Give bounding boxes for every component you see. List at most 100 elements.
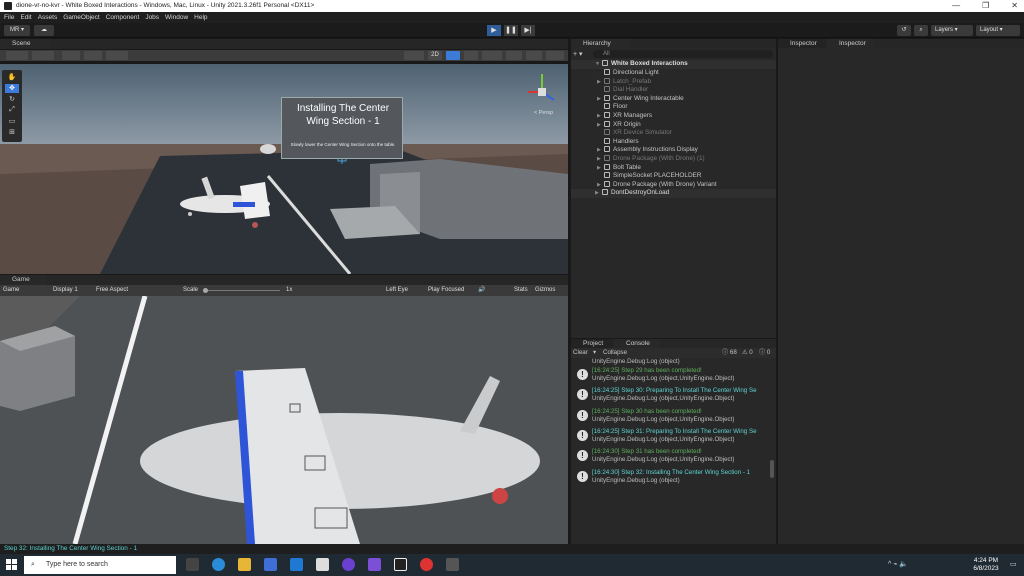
taskbar-search-input[interactable]: ⌕ Type here to search [24, 556, 176, 574]
add-object-button[interactable]: + ▾ [573, 50, 587, 58]
aspect-dropdown[interactable]: Free Aspect [96, 285, 128, 296]
hierarchy-item[interactable]: ▶ Drone Package (With Drone) (1) [571, 155, 776, 164]
menu-help[interactable]: Help [194, 12, 207, 23]
unity-hub-icon[interactable] [316, 558, 329, 571]
menu-assets[interactable]: Assets [38, 12, 58, 23]
minimize-button[interactable]: — [952, 0, 960, 12]
expand-arrow-icon[interactable]: ▶ [597, 155, 604, 164]
tray-chevron-icon[interactable]: ^ [888, 561, 891, 568]
lighting-toggle[interactable] [446, 51, 460, 60]
visual-studio-icon[interactable] [368, 558, 381, 571]
expand-arrow-icon[interactable]: ▶ [597, 164, 604, 173]
camera-settings-button[interactable] [526, 51, 542, 60]
rect-tool-icon[interactable]: ▭ [5, 117, 19, 126]
console-scrollbar[interactable] [770, 460, 774, 478]
effects-button[interactable] [482, 51, 502, 60]
unity-editor-icon[interactable] [446, 558, 459, 571]
account-button[interactable]: MR ▾ [4, 25, 30, 36]
menu-window[interactable]: Window [165, 12, 188, 23]
pivot-button[interactable] [32, 51, 54, 60]
hand-tool-icon[interactable]: ✋ [5, 73, 19, 82]
hidden-objects-button[interactable] [506, 51, 522, 60]
info-count[interactable]: ⓘ 68 [722, 348, 737, 358]
file-explorer-icon[interactable] [238, 558, 251, 571]
volume-icon[interactable]: 🔈 [899, 561, 908, 568]
hierarchy-item[interactable]: ▶ Center Wing Interactable [571, 94, 776, 104]
scene-view[interactable]: ✋ ✥ ↻ ⤢ ▭ ⊞ Installing The Center Wing S… [0, 64, 568, 274]
layers-dropdown[interactable]: Layers ▾ [931, 25, 973, 36]
hierarchy-item[interactable]: ▶ XR Origin [571, 120, 776, 130]
eye-dropdown[interactable]: Left Eye [386, 285, 408, 296]
close-button[interactable]: ✕ [1011, 0, 1018, 12]
expand-arrow-icon[interactable]: ▶ [597, 112, 604, 121]
hierarchy-item[interactable]: ▶ Bolt Table [571, 163, 776, 173]
hierarchy-item[interactable]: ▶ Latch_Prefab [571, 77, 776, 87]
hierarchy-item[interactable]: Directional Light [571, 69, 776, 78]
console-log-entry[interactable]: ! [16:24:25] Step 30 has been completed! U… [571, 407, 769, 427]
hierarchy-item[interactable]: Dial Handler [571, 86, 776, 95]
console-log-entry[interactable]: ! [16:24:30] Step 32: Installing The Cent… [571, 468, 769, 488]
mail-icon[interactable] [290, 558, 303, 571]
clear-dropdown-icon[interactable]: ▾ [593, 348, 596, 358]
github-icon[interactable] [342, 558, 355, 571]
hierarchy-search-input[interactable]: All [593, 50, 773, 58]
console-log-entry[interactable]: ! [16:24:25] Step 29 has been completed! U… [571, 366, 769, 386]
rotate-tool-icon[interactable]: ↻ [5, 95, 19, 104]
tab-scene[interactable]: Scene [0, 39, 50, 49]
step-button[interactable]: ▶| [521, 25, 535, 36]
pause-button[interactable]: ❚❚ [504, 25, 518, 36]
console-log-entry[interactable]: ! [16:24:25] Step 30: Preparing To Instal… [571, 386, 769, 406]
dontdestroy-row[interactable]: ▶ DontDestroyOnLoad [571, 189, 776, 198]
maximize-button[interactable]: ❐ [982, 0, 989, 12]
transform-tool-icon[interactable]: ⊞ [5, 128, 19, 137]
menu-edit[interactable]: Edit [20, 12, 31, 23]
menu-jobs[interactable]: Jobs [145, 12, 159, 23]
task-view-icon[interactable] [186, 558, 199, 571]
tool-handle-button[interactable] [6, 51, 28, 60]
game-mode-dropdown[interactable]: Game [3, 285, 19, 296]
error-count[interactable]: ⓘ 0 [759, 348, 770, 358]
expand-arrow-icon[interactable]: ▶ [597, 146, 604, 155]
menu-gameobject[interactable]: GameObject [63, 12, 100, 23]
hierarchy-item[interactable]: ▶ XR Managers [571, 112, 776, 121]
play-mode-dropdown[interactable]: Play Focused [428, 285, 464, 296]
network-icon[interactable]: ⌁ [893, 561, 897, 568]
windows-start-icon[interactable] [6, 559, 17, 570]
hierarchy-item[interactable]: SimpleSocket PLACEHOLDER [571, 172, 776, 181]
grid-button[interactable] [84, 51, 102, 60]
store-icon[interactable] [264, 558, 277, 571]
hierarchy-item[interactable]: XR Device Simulator [571, 129, 776, 138]
hierarchy-item[interactable]: Handlers [571, 137, 776, 147]
warning-count[interactable]: ⚠ 0 [742, 348, 753, 358]
audio-toggle[interactable] [464, 51, 478, 60]
chrome-icon[interactable] [420, 558, 433, 571]
orientation-gizmo[interactable]: < Persp [520, 70, 564, 120]
notification-icon[interactable]: ▭ [1010, 560, 1017, 568]
layout-dropdown[interactable]: Layout ▾ [976, 25, 1020, 36]
gizmos-button-game[interactable]: Gizmos [535, 285, 555, 296]
mute-icon[interactable]: 🔊 [478, 285, 485, 296]
clock[interactable]: 4:24 PM 6/8/2023 [966, 557, 1006, 573]
history-icon[interactable]: ↺ [897, 25, 911, 36]
scale-slider[interactable] [204, 290, 280, 291]
scene-row[interactable]: ▼ White Boxed Interactions [571, 60, 776, 69]
2d-toggle[interactable]: 2D [428, 51, 442, 60]
scale-slider-thumb[interactable] [203, 288, 208, 293]
console-log-entry[interactable]: ! [16:24:25] Step 31: Preparing To Instal… [571, 427, 769, 447]
stats-button[interactable]: Stats [514, 285, 528, 296]
console-log-entry[interactable]: ! [16:24:30] Step 31 has been completed! U… [571, 447, 769, 467]
oculus-icon[interactable] [394, 558, 407, 571]
expand-arrow-icon[interactable]: ▶ [597, 121, 604, 130]
move-tool-icon[interactable]: ✥ [5, 84, 19, 93]
display-dropdown[interactable]: Display 1 [53, 285, 78, 296]
clear-button[interactable]: Clear [573, 348, 588, 358]
hierarchy-item[interactable]: Floor [571, 103, 776, 112]
edge-icon[interactable] [212, 558, 225, 571]
gizmos-button[interactable] [546, 51, 564, 60]
expand-icon[interactable]: ▼ [595, 60, 602, 69]
collapse-icon[interactable]: ▶ [595, 189, 602, 198]
tab-game[interactable]: Game [0, 275, 46, 285]
play-button[interactable]: ▶ [487, 25, 501, 36]
collapse-button[interactable]: Collapse [603, 348, 627, 358]
menu-component[interactable]: Component [106, 12, 140, 23]
